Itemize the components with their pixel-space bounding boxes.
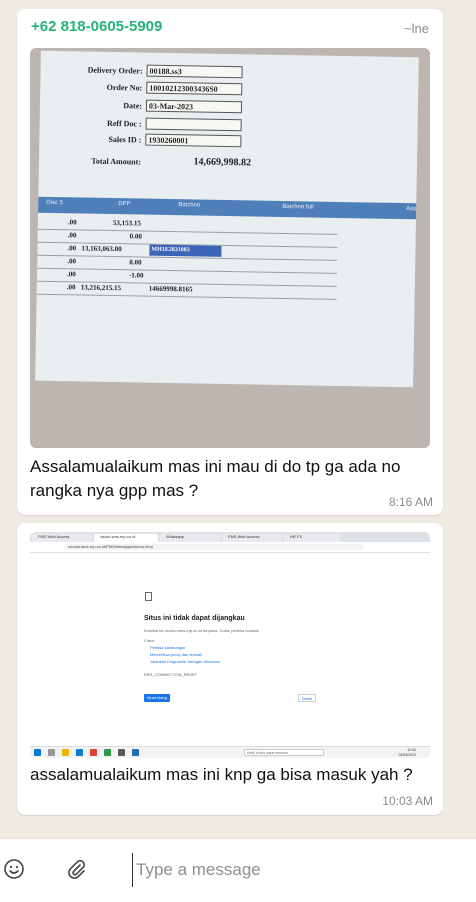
details-button: Detail bbox=[298, 694, 316, 702]
error-title: Situs ini tidak dapat dijangkau bbox=[144, 615, 245, 622]
app-icon bbox=[118, 749, 125, 756]
browser-tab: Whatsapp bbox=[160, 534, 220, 542]
error-link: Memeriksa proxy dan firewall bbox=[150, 652, 202, 657]
field-label: Delivery Order: bbox=[87, 65, 143, 76]
error-try: Coba: bbox=[144, 638, 155, 643]
browser-tab: FMS Web Access bbox=[32, 534, 92, 542]
field-value bbox=[145, 117, 242, 132]
message-input[interactable] bbox=[132, 853, 458, 887]
browser-tab: HR FS bbox=[284, 534, 340, 542]
sender-pushname: ~lne bbox=[404, 21, 429, 36]
image-attachment[interactable]: FMS Web Access vision.sms-erp.co.id What… bbox=[30, 532, 430, 758]
search-icon bbox=[48, 749, 55, 756]
error-link: Jalankan Diagnostik Jaringan Windows bbox=[150, 659, 220, 664]
message-composer bbox=[0, 838, 476, 902]
image-attachment[interactable]: Delivery Order: 00188.ss3 Order No: 1001… bbox=[30, 48, 430, 448]
total-amount: 14,669,998.82 bbox=[193, 156, 252, 169]
message-text: Assalamualaikum mas ini mau di do tp ga … bbox=[30, 457, 401, 500]
taskbar-search: Ketik di sini untuk mencari bbox=[244, 749, 324, 756]
windows-taskbar: Ketik di sini untuk mencari 10:02 03/03/… bbox=[30, 746, 430, 758]
col-header: Disc 5 bbox=[46, 199, 63, 207]
table-header-bar bbox=[38, 196, 417, 220]
field-value: 100102123003436S0 bbox=[146, 81, 243, 96]
field-label: Reff Doc : bbox=[106, 118, 142, 129]
error-link: Periksa sambungan bbox=[150, 645, 186, 650]
message-time: 8:16 AM bbox=[388, 495, 433, 509]
browser-tabs: FMS Web Access vision.sms-erp.co.id What… bbox=[30, 532, 430, 542]
message-bubble[interactable]: FMS Web Access vision.sms-erp.co.id What… bbox=[17, 523, 443, 815]
message-time: 10:03 AM bbox=[382, 794, 433, 808]
field-label: Sales ID : bbox=[108, 134, 142, 145]
url-text: vendor.sms-erp.co.id/FMS/sfmsapps/menu.h… bbox=[64, 544, 364, 550]
document-icon bbox=[145, 592, 152, 601]
col-header: Batchno full bbox=[282, 203, 314, 211]
field-label: Order No: bbox=[106, 82, 143, 93]
browser-screenshot: FMS Web Access vision.sms-erp.co.id What… bbox=[30, 532, 430, 758]
field-value: 03-Mar-2023 bbox=[145, 99, 243, 114]
col-header: DPP bbox=[118, 201, 131, 208]
field-value: 00188.ss3 bbox=[146, 64, 243, 79]
taskbar-clock: 10:02 03/03/2023 bbox=[398, 748, 416, 757]
paperclip-icon[interactable] bbox=[62, 855, 90, 883]
windows-logo-icon bbox=[34, 749, 41, 756]
app-icon bbox=[104, 749, 111, 756]
chat-history: +62 818-0605-5909 ~lne Delivery Order: 0… bbox=[0, 0, 476, 838]
message-bubble[interactable]: +62 818-0605-5909 ~lne Delivery Order: 0… bbox=[17, 9, 443, 515]
error-code: ERR_CONNECTION_RESET bbox=[144, 672, 198, 677]
reload-button: Muat ulang bbox=[144, 694, 170, 702]
field-label: Total Amount: bbox=[91, 156, 142, 167]
address-bar: vendor.sms-erp.co.id/FMS/sfmsapps/menu.h… bbox=[30, 542, 430, 553]
message-text: assalamualaikum mas ini knp ga bisa masu… bbox=[30, 765, 413, 784]
photo-of-screen: Delivery Order: 00188.ss3 Order No: 1001… bbox=[30, 48, 430, 448]
error-detail: Koneksi ke vendor.sms-erp.co.id terputus… bbox=[144, 628, 259, 633]
sender-phone[interactable]: +62 818-0605-5909 bbox=[31, 18, 162, 35]
folder-icon bbox=[62, 749, 69, 756]
edge-icon bbox=[76, 749, 83, 756]
browser-tab: vision.sms-erp.co.id bbox=[94, 534, 158, 542]
monitor-display: Delivery Order: 00188.ss3 Order No: 1001… bbox=[35, 50, 419, 388]
col-header: Ass bbox=[406, 206, 417, 213]
chrome-icon bbox=[90, 749, 97, 756]
col-header: Batchno bbox=[178, 202, 201, 209]
app-icon bbox=[132, 749, 139, 756]
browser-tab: FMS Web Access bbox=[222, 534, 282, 542]
smiley-icon[interactable] bbox=[0, 855, 28, 883]
field-label: Date: bbox=[123, 101, 143, 111]
field-value: 1930260001 bbox=[145, 133, 242, 148]
